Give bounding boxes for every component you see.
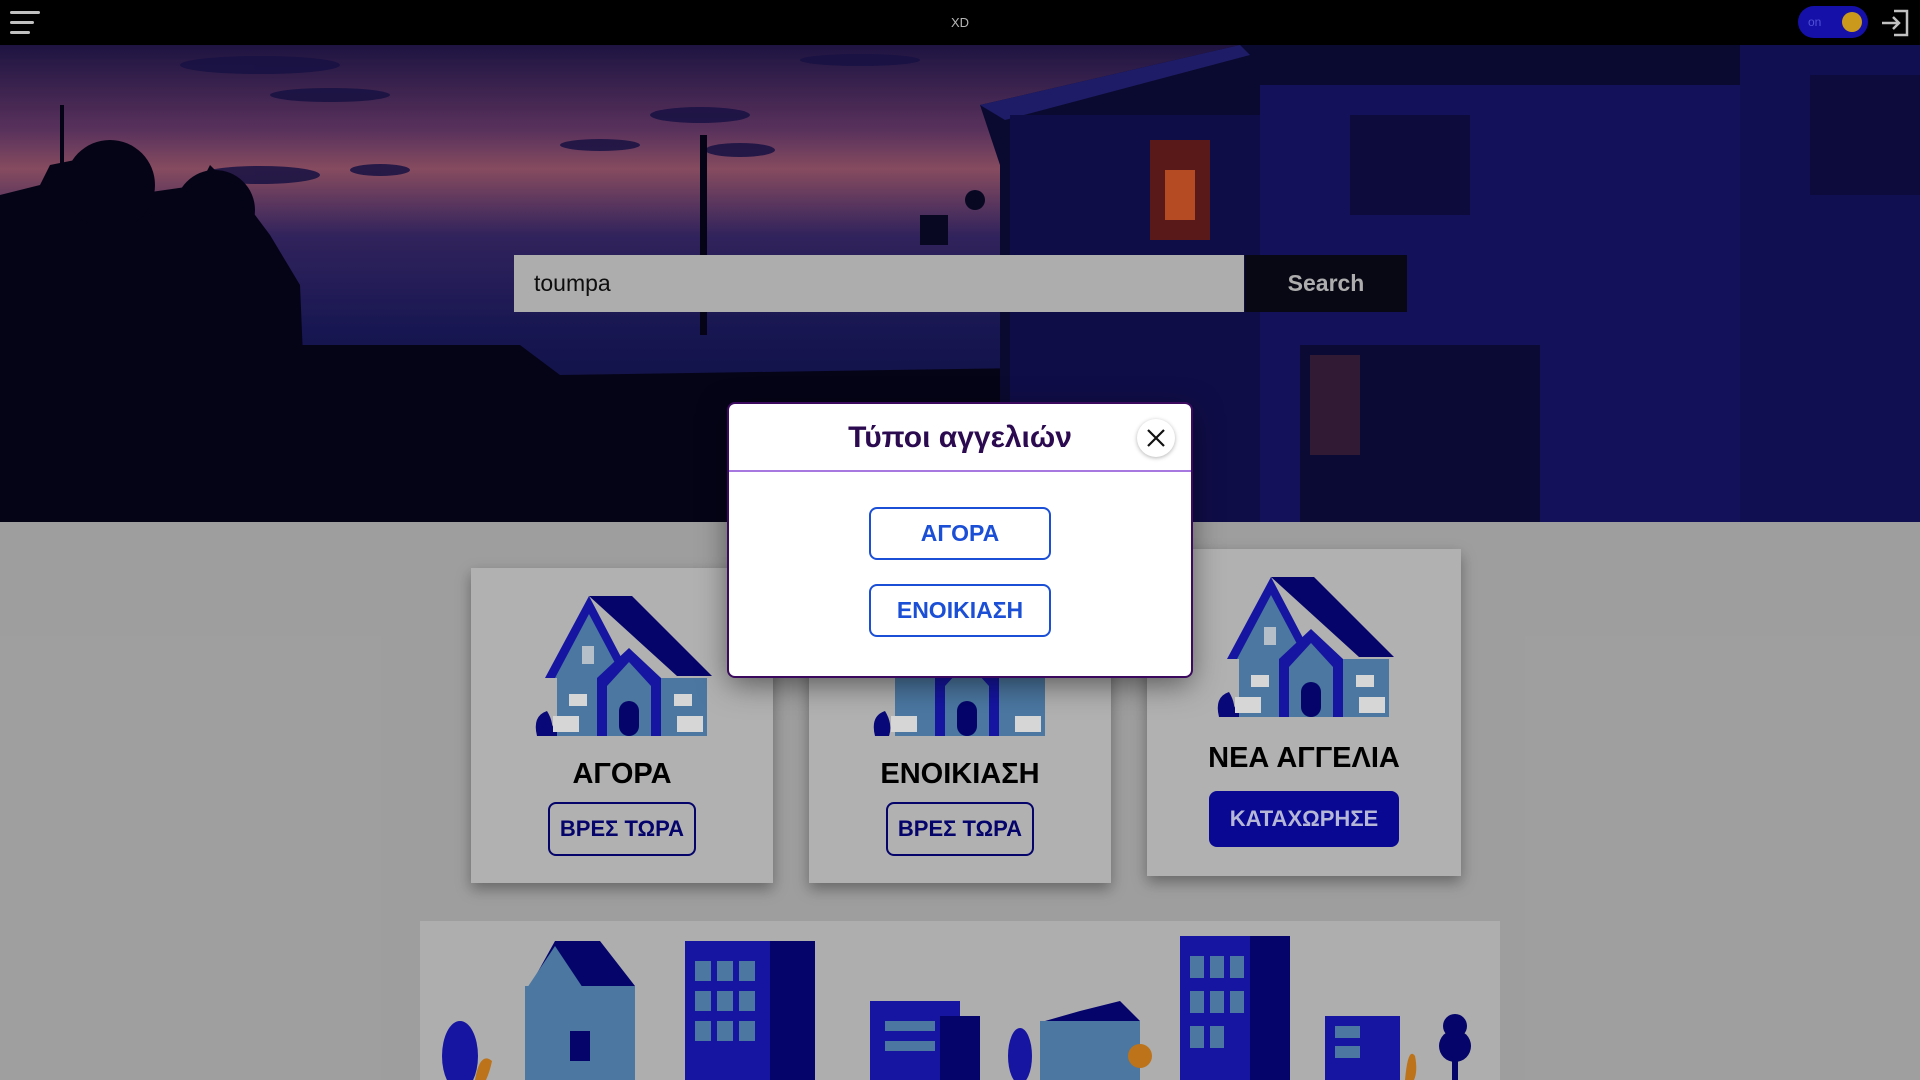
modal-option-rent[interactable]: ΕΝΟΙΚΙΑΣΗ [869, 584, 1051, 637]
close-x-glyph [1147, 429, 1165, 447]
modal-option-buy[interactable]: ΑΓΟΡΑ [869, 507, 1051, 560]
modal-title: Τύποι αγγελιών [848, 421, 1072, 454]
close-icon[interactable] [1137, 419, 1175, 457]
modal-header: Τύποι αγγελιών [729, 404, 1191, 472]
listing-types-modal: Τύποι αγγελιών ΑΓΟΡΑ ΕΝΟΙΚΙΑΣΗ [729, 404, 1191, 676]
